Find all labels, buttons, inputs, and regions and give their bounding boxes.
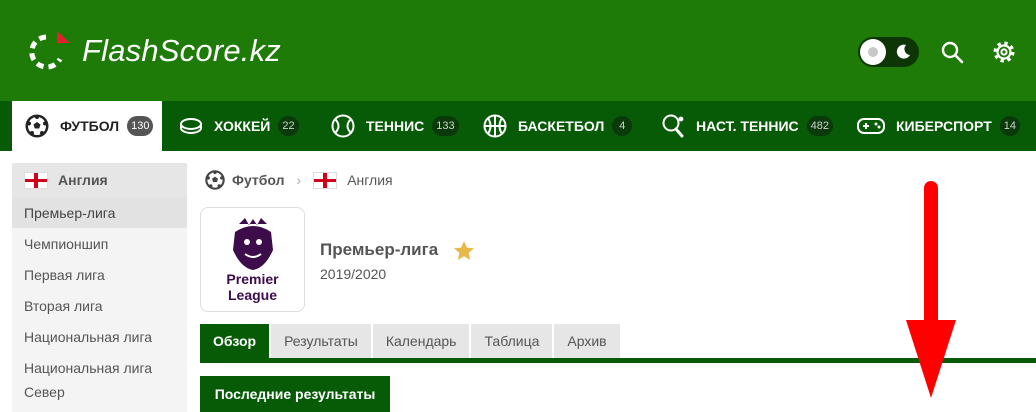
tennis-ball-icon: [331, 114, 355, 138]
sport-tab-hockey[interactable]: ХОККЕЙ 22: [178, 101, 299, 151]
sidebar-item-league-one[interactable]: Первая лига: [12, 259, 187, 290]
moon-icon: [896, 44, 910, 59]
search-icon[interactable]: [938, 38, 966, 66]
premier-league-logo: Premier League: [200, 207, 305, 312]
sport-tab-tennis[interactable]: ТЕННИС 133: [330, 101, 459, 151]
sport-tab-basketball[interactable]: БАСКЕТБОЛ 4: [482, 101, 633, 151]
event-count-badge: 133: [432, 116, 459, 136]
sidebar-item-league-two[interactable]: Вторая лига: [12, 290, 187, 321]
tab-results[interactable]: Результаты: [271, 324, 371, 358]
sport-label: ХОККЕЙ: [214, 118, 271, 134]
sidebar-item-championship[interactable]: Чемпионшип: [12, 228, 187, 259]
league-season: 2019/2020: [320, 266, 387, 282]
breadcrumb-country-link[interactable]: Англия: [347, 172, 392, 188]
site-header: FlashScore.kz: [0, 0, 1036, 101]
event-count-badge: 4: [612, 116, 633, 136]
star-icon[interactable]: [452, 239, 476, 263]
league-sidebar: Англия Премьер-лига Чемпионшип Первая ли…: [12, 163, 187, 412]
theme-toggle[interactable]: [858, 37, 919, 67]
red-arrow-down-icon: [906, 181, 956, 398]
sport-tab-football[interactable]: ФУТБОЛ 130: [12, 101, 162, 151]
england-flag-icon: [313, 171, 338, 189]
sidebar-country-england[interactable]: Англия: [12, 163, 187, 197]
chevron-right-icon: ›: [296, 172, 302, 188]
lion-crest-icon: [233, 218, 273, 270]
toggle-knob: [860, 39, 886, 65]
basketball-icon: [483, 114, 507, 138]
gear-icon[interactable]: [990, 38, 1018, 66]
sidebar-item-national-league-north[interactable]: Национальная лига Север: [12, 352, 187, 407]
england-flag-icon: [24, 171, 48, 189]
league-tabs: Обзор Результаты Календарь Таблица Архив: [200, 324, 622, 358]
country-name: Англия: [58, 172, 108, 188]
event-count-badge: 482: [806, 116, 834, 136]
logo-wordmark: Premier League: [201, 271, 304, 303]
sport-label: НАСТ. ТЕННИС: [696, 118, 799, 134]
league-title: Премьер-лига: [320, 240, 439, 259]
table-tennis-icon: [662, 114, 684, 138]
soccer-ball-icon: [205, 170, 225, 190]
event-count-badge: 22: [278, 116, 299, 136]
flashscore-logo-icon[interactable]: [24, 29, 74, 75]
event-count-badge: 14: [999, 116, 1021, 136]
gamepad-icon: [857, 118, 885, 134]
logo-line-2: League: [227, 287, 277, 303]
sport-label: БАСКЕТБОЛ: [518, 118, 605, 134]
sport-label: ТЕННИС: [366, 118, 425, 134]
sports-nav: ФУТБОЛ 130 ХОККЕЙ 22 ТЕННИС 133 БАСКЕТБО…: [0, 101, 1036, 151]
logo-line-1: Premier: [226, 271, 279, 287]
sport-tab-esports[interactable]: КИБЕРСПОРТ 14: [856, 101, 1021, 151]
soccer-ball-icon: [25, 114, 49, 138]
breadcrumb: Футбол › Англия: [204, 168, 393, 192]
sun-icon: [868, 47, 878, 57]
tab-archive[interactable]: Архив: [554, 324, 620, 358]
sport-label: КИБЕРСПОРТ: [896, 118, 992, 134]
latest-results-header[interactable]: Последние результаты: [200, 376, 390, 412]
sport-label: ФУТБОЛ: [60, 118, 120, 134]
sidebar-item-national-league[interactable]: Национальная лига: [12, 321, 187, 352]
tab-fixtures[interactable]: Календарь: [372, 324, 470, 358]
breadcrumb-sport-link[interactable]: Футбол: [232, 172, 285, 188]
sidebar-item-premier-league[interactable]: Премьер-лига: [12, 197, 187, 228]
sport-tab-table-tennis[interactable]: НАСТ. ТЕННИС 482: [660, 101, 834, 151]
event-count-badge: 130: [127, 116, 154, 136]
tab-standings[interactable]: Таблица: [471, 324, 553, 358]
tab-overview[interactable]: Обзор: [200, 324, 270, 358]
hockey-puck-icon: [180, 118, 202, 134]
brand-name[interactable]: FlashScore.kz: [82, 33, 281, 69]
